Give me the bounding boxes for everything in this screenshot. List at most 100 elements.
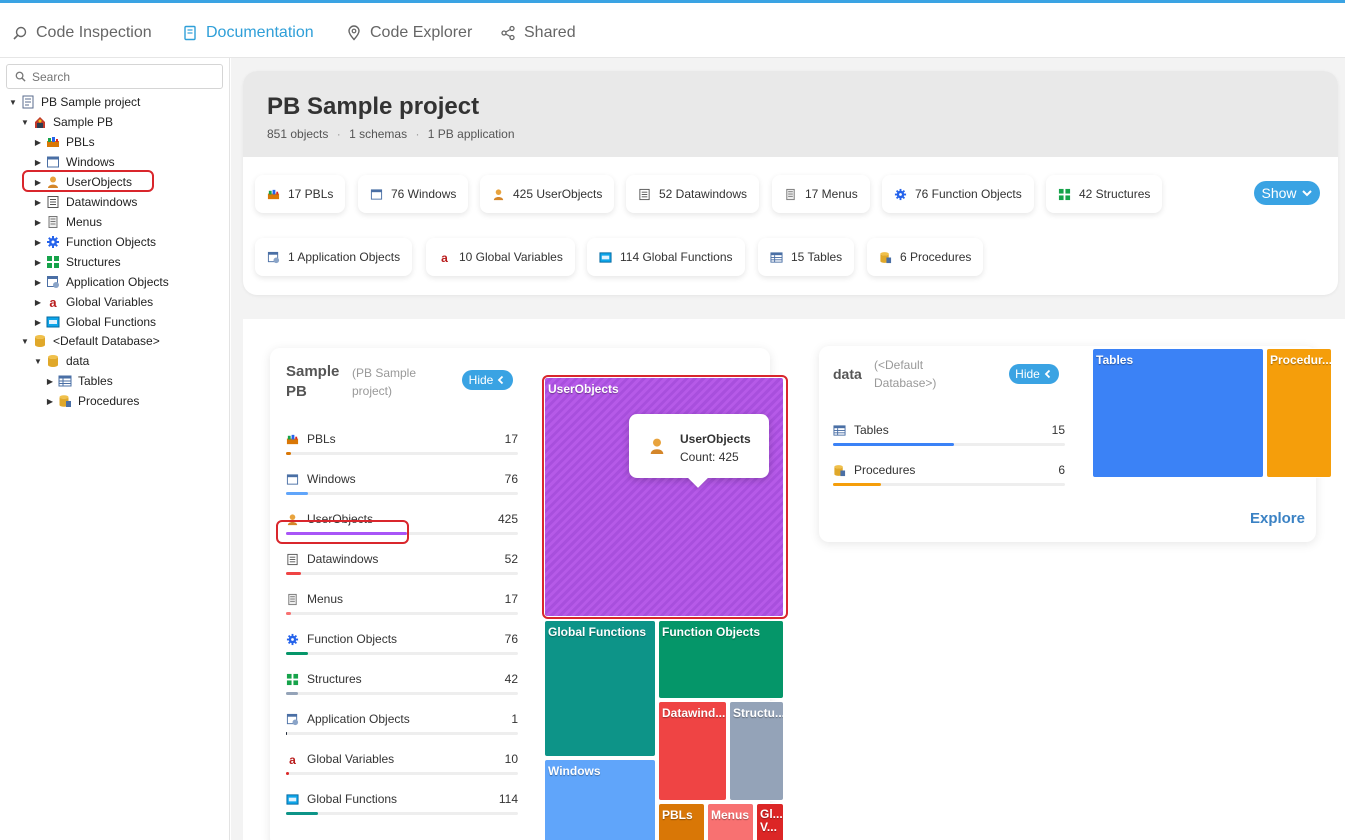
tree-label: Datawindows — [66, 195, 138, 209]
tree-item-pbls[interactable]: ▶ PBLs — [33, 133, 95, 151]
stat-value: 425 — [497, 512, 518, 526]
treemap-cell-global-functions[interactable]: Global Functions — [544, 620, 656, 757]
tree-item-application-objects[interactable]: ▶ Application Objects — [33, 273, 169, 291]
treemap-cell-procedures[interactable]: Procedur... — [1266, 348, 1332, 478]
userobject-icon — [650, 438, 664, 454]
caret-down-icon[interactable]: ▼ — [20, 337, 30, 346]
stat-bar-fill — [286, 652, 308, 655]
stat-row-pbls[interactable]: PBLs 17 — [286, 425, 518, 465]
tab-shared[interactable]: Shared — [500, 21, 576, 45]
chip-tables[interactable]: 15 Tables — [758, 238, 855, 276]
search-box[interactable] — [6, 64, 223, 89]
stat-row-global-variables[interactable]: a Global Variables 10 — [286, 745, 518, 785]
caret-right-icon[interactable]: ▶ — [45, 397, 55, 406]
tree-item-windows[interactable]: ▶ Windows — [33, 153, 115, 171]
tree-item-global-variables[interactable]: ▶ a Global Variables — [33, 293, 153, 311]
chip-structures[interactable]: 42 Structures — [1046, 175, 1163, 213]
tree-item-tables[interactable]: ▶ Tables — [45, 372, 113, 390]
stat-value: 17 — [504, 592, 518, 606]
tab-label: Code Explorer — [370, 24, 473, 41]
application-object-icon — [286, 713, 299, 726]
chip-windows[interactable]: 76 Windows — [358, 175, 469, 213]
svg-text:a: a — [49, 295, 57, 309]
stat-row-structures[interactable]: Structures 42 — [286, 665, 518, 705]
chip-pbls[interactable]: 17 PBLs — [255, 175, 346, 213]
treemap-label: Structu... — [733, 706, 784, 720]
gear-icon — [894, 188, 907, 200]
caret-right-icon[interactable]: ▶ — [33, 158, 43, 167]
tree-label: Menus — [66, 215, 103, 229]
stat-row-datawindows[interactable]: Datawindows 52 — [286, 545, 518, 585]
tree-item-global-functions[interactable]: ▶ Global Functions — [33, 313, 156, 331]
chip-userobjects[interactable]: 425 UserObjects — [480, 175, 615, 213]
search-input[interactable] — [32, 69, 212, 84]
svg-text:a: a — [441, 251, 448, 264]
tab-code-inspection[interactable]: Code Inspection — [12, 21, 152, 45]
treemap-cell-datawindows[interactable]: Datawind... — [658, 701, 727, 801]
tree-label: Windows — [66, 155, 115, 169]
caret-right-icon[interactable]: ▶ — [45, 377, 55, 386]
caret-down-icon[interactable]: ▼ — [8, 98, 18, 107]
chip-menus[interactable]: 17 Menus — [772, 175, 870, 213]
global-function-icon — [286, 794, 299, 805]
hide-button[interactable]: Hide — [462, 370, 513, 390]
stat-row-procedures[interactable]: Procedures 6 — [833, 456, 1065, 496]
treemap-cell-pbls[interactable]: PBLs — [658, 803, 705, 840]
caret-right-icon[interactable]: ▶ — [33, 298, 43, 307]
caret-right-icon[interactable]: ▶ — [33, 138, 43, 147]
stat-value: 76 — [504, 632, 518, 646]
chip-function-objects[interactable]: 76 Function Objects — [882, 175, 1034, 213]
treemap-cell-function-objects[interactable]: Function Objects — [658, 620, 784, 699]
treemap-cell-tables[interactable]: Tables — [1092, 348, 1264, 478]
stat-row-global-functions[interactable]: Global Functions 114 — [286, 785, 518, 825]
tree-item-procedures[interactable]: ▶ Procedures — [45, 392, 139, 410]
hide-button[interactable]: Hide — [1009, 364, 1059, 384]
objects-count: 851 objects — [267, 127, 329, 141]
global-function-icon — [46, 316, 60, 328]
stat-row-application-objects[interactable]: Application Objects 1 — [286, 705, 518, 745]
hide-label: Hide — [468, 373, 494, 387]
show-button[interactable]: Show — [1254, 181, 1320, 205]
caret-right-icon[interactable]: ▶ — [33, 318, 43, 327]
treemap-cell-global-variables[interactable]: Gl... V... — [756, 803, 784, 840]
stat-row-windows[interactable]: Windows 76 — [286, 465, 518, 505]
explore-link[interactable]: Explore — [1250, 510, 1305, 527]
tree-item-data[interactable]: ▼ data — [33, 352, 89, 370]
chip-global-variables[interactable]: a 10 Global Variables — [426, 238, 575, 276]
tree-item-default-database[interactable]: ▼ <Default Database> — [20, 332, 160, 350]
tree-item-structures[interactable]: ▶ Structures — [33, 253, 121, 271]
treemap-cell-windows[interactable]: Windows — [544, 759, 656, 840]
stat-label: Global Functions — [307, 792, 398, 806]
tree-item-datawindows[interactable]: ▶ Datawindows — [33, 193, 137, 211]
tree-item-sample-pb[interactable]: ▼ Sample PB — [20, 113, 113, 131]
caret-right-icon[interactable]: ▶ — [33, 198, 43, 207]
treemap-cell-menus[interactable]: Menus — [707, 803, 754, 840]
global-variable-icon: a — [49, 295, 57, 309]
chip-datawindows[interactable]: 52 Datawindows — [626, 175, 760, 213]
caret-down-icon[interactable]: ▼ — [33, 357, 43, 366]
caret-right-icon[interactable]: ▶ — [33, 258, 43, 267]
stat-row-tables[interactable]: Tables 15 — [833, 416, 1065, 456]
top-nav: Code Inspection Documentation Code Explo… — [0, 0, 1345, 58]
stat-row-function-objects[interactable]: Function Objects 76 — [286, 625, 518, 665]
caret-right-icon[interactable]: ▶ — [33, 278, 43, 287]
tree-item-menus[interactable]: ▶ Menus — [33, 213, 102, 231]
tree-item-function-objects[interactable]: ▶ Function Objects — [33, 233, 156, 251]
treemap-cell-structures[interactable]: Structu... — [729, 701, 784, 801]
tab-documentation[interactable]: Documentation — [182, 21, 314, 45]
chip-global-functions[interactable]: 114 Global Functions — [587, 238, 745, 276]
stat-row-menus[interactable]: Menus 17 — [286, 585, 518, 625]
stat-bar-fill — [286, 572, 301, 575]
tree-item-project[interactable]: ▼ PB Sample project — [8, 93, 140, 111]
tab-code-explorer[interactable]: Code Explorer — [346, 21, 472, 45]
tree-label: data — [66, 354, 90, 368]
chip-application-objects[interactable]: 1 Application Objects — [255, 238, 413, 276]
treemap-label: Windows — [548, 764, 601, 778]
chip-procedures[interactable]: 6 Procedures — [867, 238, 984, 276]
caret-right-icon[interactable]: ▶ — [33, 218, 43, 227]
caret-down-icon[interactable]: ▼ — [20, 118, 30, 127]
highlight-outline — [22, 170, 154, 192]
caret-right-icon[interactable]: ▶ — [33, 238, 43, 247]
application-name: Sample PB — [286, 363, 340, 400]
tree-label: PB Sample project — [41, 95, 141, 109]
